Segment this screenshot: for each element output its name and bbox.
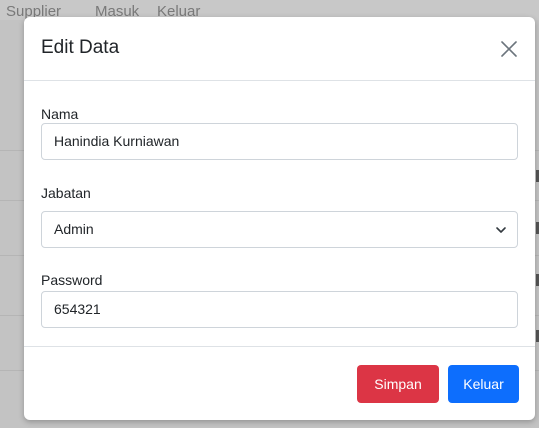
nama-input-value: Hanindia Kurniawan [54,133,180,149]
edit-data-modal: Edit Data Nama Hanindia Kurniawan Jabata… [24,17,535,420]
password-label: Password [41,272,103,288]
close-button[interactable] [497,37,521,61]
close-icon [501,41,517,57]
keluar-button[interactable]: Keluar [448,365,519,403]
modal-title: Edit Data [41,37,120,58]
modal-header: Edit Data [24,17,535,81]
nama-input[interactable]: Hanindia Kurniawan [41,123,518,160]
simpan-button[interactable]: Simpan [357,365,439,403]
password-input-value: 654321 [54,301,101,317]
modal-footer: Simpan Keluar [24,346,535,421]
page: Supplier Masuk Keluar Edit Data Nama Han… [0,0,539,428]
jabatan-selected-value: Admin [54,221,94,237]
password-input[interactable]: 654321 [41,291,518,328]
chevron-down-icon [496,227,506,233]
jabatan-label: Jabatan [41,185,91,201]
jabatan-select[interactable]: Admin [41,211,518,248]
nama-label: Nama [41,106,79,122]
